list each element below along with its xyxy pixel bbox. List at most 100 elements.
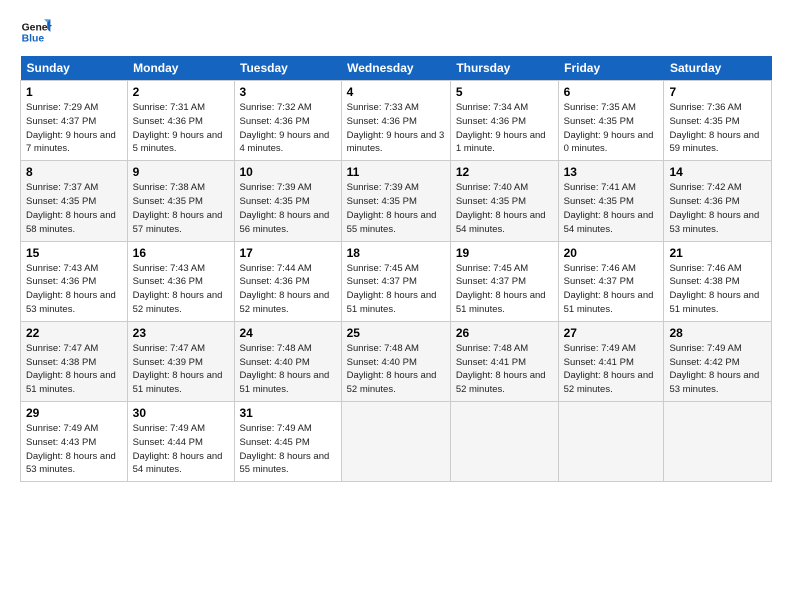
day-info: Sunrise: 7:37 AMSunset: 4:35 PMDaylight:… — [26, 182, 116, 234]
day-number: 28 — [669, 326, 766, 340]
day-info: Sunrise: 7:49 AMSunset: 4:42 PMDaylight:… — [669, 343, 759, 395]
day-number: 12 — [456, 165, 553, 179]
day-info: Sunrise: 7:36 AMSunset: 4:35 PMDaylight:… — [669, 102, 759, 154]
day-cell-14: 14 Sunrise: 7:42 AMSunset: 4:36 PMDayligh… — [664, 161, 772, 241]
day-number: 18 — [347, 246, 445, 260]
day-cell-3: 3 Sunrise: 7:32 AMSunset: 4:36 PMDaylight… — [234, 81, 341, 161]
day-info: Sunrise: 7:33 AMSunset: 4:36 PMDaylight:… — [347, 102, 445, 154]
day-cell-15: 15 Sunrise: 7:43 AMSunset: 4:36 PMDayligh… — [21, 241, 128, 321]
day-info: Sunrise: 7:48 AMSunset: 4:40 PMDaylight:… — [347, 343, 437, 395]
day-cell-13: 13 Sunrise: 7:41 AMSunset: 4:35 PMDayligh… — [558, 161, 664, 241]
day-cell-27: 27 Sunrise: 7:49 AMSunset: 4:41 PMDayligh… — [558, 321, 664, 401]
day-number: 8 — [26, 165, 122, 179]
day-number: 13 — [564, 165, 659, 179]
day-number: 25 — [347, 326, 445, 340]
day-info: Sunrise: 7:35 AMSunset: 4:35 PMDaylight:… — [564, 102, 654, 154]
day-number: 1 — [26, 85, 122, 99]
header: General Blue — [20, 16, 772, 48]
day-cell-10: 10Sunrise: 7:39 AMSunset: 4:35 PMDayligh… — [234, 161, 341, 241]
day-number: 31 — [240, 406, 336, 420]
day-info: Sunrise: 7:47 AMSunset: 4:38 PMDaylight:… — [26, 343, 116, 395]
day-cell-16: 16Sunrise: 7:43 AMSunset: 4:36 PMDayligh… — [127, 241, 234, 321]
column-header-monday: Monday — [127, 56, 234, 81]
column-header-sunday: Sunday — [21, 56, 128, 81]
day-info: Sunrise: 7:45 AMSunset: 4:37 PMDaylight:… — [347, 263, 437, 315]
day-number: 14 — [669, 165, 766, 179]
day-cell-22: 22 Sunrise: 7:47 AMSunset: 4:38 PMDayligh… — [21, 321, 128, 401]
day-info: Sunrise: 7:49 AMSunset: 4:45 PMDaylight:… — [240, 423, 330, 475]
day-number: 2 — [133, 85, 229, 99]
day-number: 6 — [564, 85, 659, 99]
day-cell-19: 19 Sunrise: 7:45 AMSunset: 4:37 PMDayligh… — [450, 241, 558, 321]
day-cell-6: 6 Sunrise: 7:35 AMSunset: 4:35 PMDaylight… — [558, 81, 664, 161]
day-info: Sunrise: 7:41 AMSunset: 4:35 PMDaylight:… — [564, 182, 654, 234]
calendar-header-row: SundayMondayTuesdayWednesdayThursdayFrid… — [21, 56, 772, 81]
day-cell-1: 1 Sunrise: 7:29 AMSunset: 4:37 PMDaylight… — [21, 81, 128, 161]
day-cell-24: 24 Sunrise: 7:48 AMSunset: 4:40 PMDayligh… — [234, 321, 341, 401]
day-info: Sunrise: 7:46 AMSunset: 4:37 PMDaylight:… — [564, 263, 654, 315]
empty-cell — [664, 402, 772, 482]
day-info: Sunrise: 7:29 AMSunset: 4:37 PMDaylight:… — [26, 102, 116, 154]
day-number: 22 — [26, 326, 122, 340]
day-number: 16 — [133, 246, 229, 260]
day-cell-20: 20 Sunrise: 7:46 AMSunset: 4:37 PMDayligh… — [558, 241, 664, 321]
day-cell-26: 26Sunrise: 7:48 AMSunset: 4:41 PMDayligh… — [450, 321, 558, 401]
page: General Blue SundayMondayTuesdayWednesda… — [0, 0, 792, 612]
day-cell-5: 5 Sunrise: 7:34 AMSunset: 4:36 PMDaylight… — [450, 81, 558, 161]
column-header-wednesday: Wednesday — [341, 56, 450, 81]
empty-cell — [341, 402, 450, 482]
empty-cell — [558, 402, 664, 482]
day-number: 20 — [564, 246, 659, 260]
day-info: Sunrise: 7:48 AMSunset: 4:41 PMDaylight:… — [456, 343, 546, 395]
day-info: Sunrise: 7:40 AMSunset: 4:35 PMDaylight:… — [456, 182, 546, 234]
column-header-friday: Friday — [558, 56, 664, 81]
day-info: Sunrise: 7:49 AMSunset: 4:41 PMDaylight:… — [564, 343, 654, 395]
day-cell-21: 21 Sunrise: 7:46 AMSunset: 4:38 PMDayligh… — [664, 241, 772, 321]
day-number: 5 — [456, 85, 553, 99]
day-number: 29 — [26, 406, 122, 420]
day-info: Sunrise: 7:45 AMSunset: 4:37 PMDaylight:… — [456, 263, 546, 315]
day-number: 11 — [347, 165, 445, 179]
svg-text:Blue: Blue — [22, 34, 45, 45]
day-info: Sunrise: 7:42 AMSunset: 4:36 PMDaylight:… — [669, 182, 759, 234]
day-cell-4: 4 Sunrise: 7:33 AMSunset: 4:36 PMDaylight… — [341, 81, 450, 161]
day-cell-23: 23Sunrise: 7:47 AMSunset: 4:39 PMDayligh… — [127, 321, 234, 401]
day-info: Sunrise: 7:44 AMSunset: 4:36 PMDaylight:… — [240, 263, 330, 315]
day-cell-9: 9Sunrise: 7:38 AMSunset: 4:35 PMDaylight… — [127, 161, 234, 241]
day-cell-29: 29 Sunrise: 7:49 AMSunset: 4:43 PMDayligh… — [21, 402, 128, 482]
day-info: Sunrise: 7:43 AMSunset: 4:36 PMDaylight:… — [26, 263, 116, 315]
day-info: Sunrise: 7:32 AMSunset: 4:36 PMDaylight:… — [240, 102, 330, 154]
calendar-week-3: 15 Sunrise: 7:43 AMSunset: 4:36 PMDayligh… — [21, 241, 772, 321]
day-number: 4 — [347, 85, 445, 99]
day-number: 17 — [240, 246, 336, 260]
calendar-week-4: 22 Sunrise: 7:47 AMSunset: 4:38 PMDayligh… — [21, 321, 772, 401]
day-info: Sunrise: 7:49 AMSunset: 4:43 PMDaylight:… — [26, 423, 116, 475]
column-header-tuesday: Tuesday — [234, 56, 341, 81]
day-number: 19 — [456, 246, 553, 260]
column-header-thursday: Thursday — [450, 56, 558, 81]
day-number: 15 — [26, 246, 122, 260]
calendar-week-1: 1 Sunrise: 7:29 AMSunset: 4:37 PMDaylight… — [21, 81, 772, 161]
day-number: 24 — [240, 326, 336, 340]
day-info: Sunrise: 7:46 AMSunset: 4:38 PMDaylight:… — [669, 263, 759, 315]
day-info: Sunrise: 7:34 AMSunset: 4:36 PMDaylight:… — [456, 102, 546, 154]
day-cell-8: 8 Sunrise: 7:37 AMSunset: 4:35 PMDaylight… — [21, 161, 128, 241]
day-cell-11: 11Sunrise: 7:39 AMSunset: 4:35 PMDayligh… — [341, 161, 450, 241]
day-cell-12: 12 Sunrise: 7:40 AMSunset: 4:35 PMDayligh… — [450, 161, 558, 241]
day-number: 27 — [564, 326, 659, 340]
day-number: 3 — [240, 85, 336, 99]
day-info: Sunrise: 7:48 AMSunset: 4:40 PMDaylight:… — [240, 343, 330, 395]
day-info: Sunrise: 7:38 AMSunset: 4:35 PMDaylight:… — [133, 182, 223, 234]
day-cell-17: 17 Sunrise: 7:44 AMSunset: 4:36 PMDayligh… — [234, 241, 341, 321]
column-header-saturday: Saturday — [664, 56, 772, 81]
calendar-table: SundayMondayTuesdayWednesdayThursdayFrid… — [20, 56, 772, 482]
day-number: 21 — [669, 246, 766, 260]
day-cell-31: 31 Sunrise: 7:49 AMSunset: 4:45 PMDayligh… — [234, 402, 341, 482]
day-number: 30 — [133, 406, 229, 420]
day-info: Sunrise: 7:49 AMSunset: 4:44 PMDaylight:… — [133, 423, 223, 475]
empty-cell — [450, 402, 558, 482]
calendar-week-2: 8 Sunrise: 7:37 AMSunset: 4:35 PMDaylight… — [21, 161, 772, 241]
day-cell-25: 25 Sunrise: 7:48 AMSunset: 4:40 PMDayligh… — [341, 321, 450, 401]
logo-icon: General Blue — [20, 16, 52, 48]
calendar-week-5: 29 Sunrise: 7:49 AMSunset: 4:43 PMDayligh… — [21, 402, 772, 482]
